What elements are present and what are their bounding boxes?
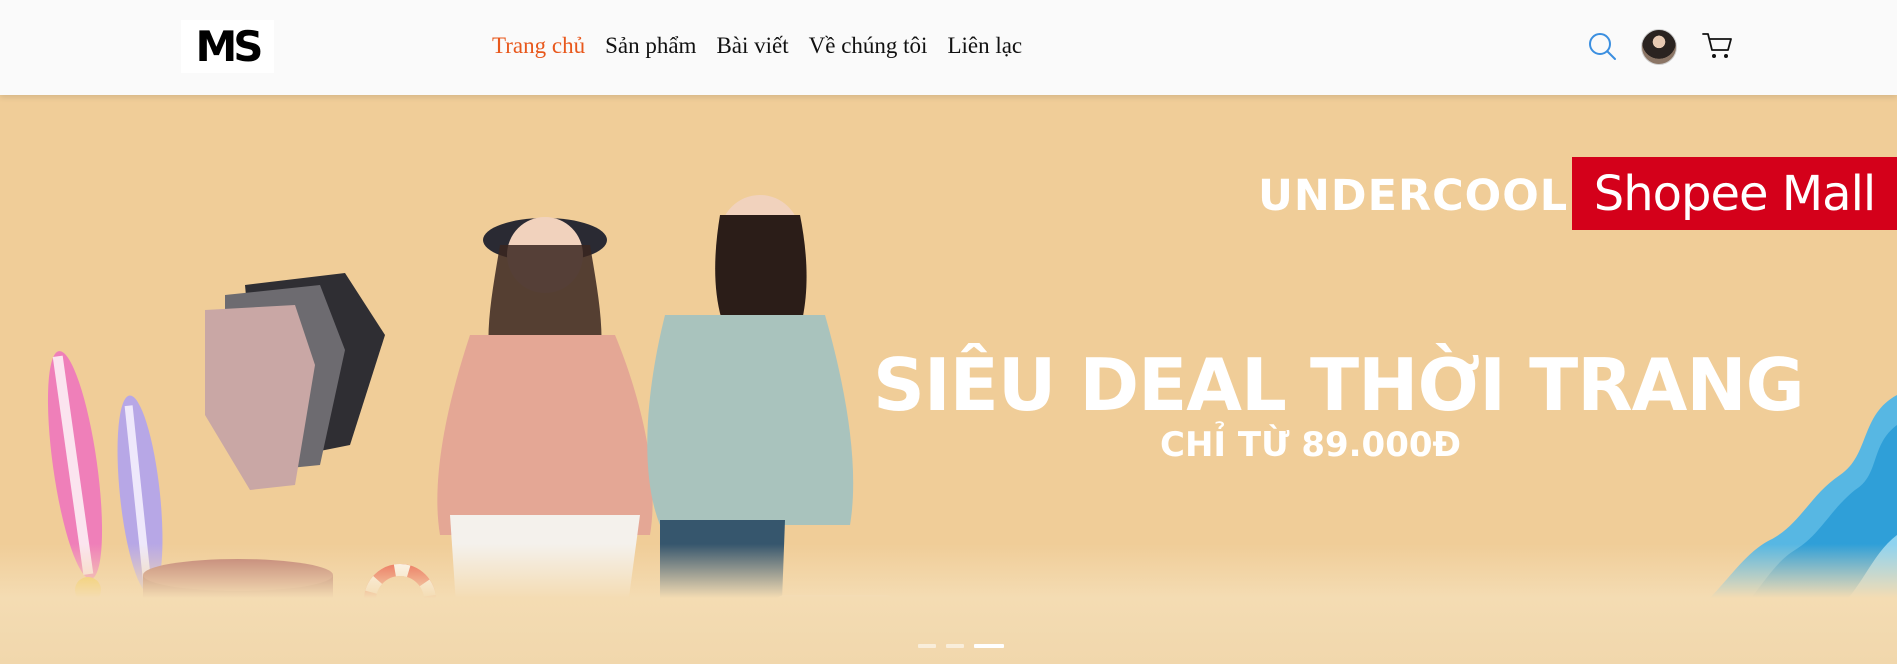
logo[interactable]: MS [181, 20, 274, 73]
nav-products[interactable]: Sản phẩm [605, 32, 696, 60]
banner-subline: CHỈ TỪ 89.000Đ [1160, 425, 1462, 465]
carousel-dot[interactable] [946, 644, 964, 648]
cart-button[interactable] [1700, 29, 1734, 63]
nav-contact[interactable]: Liên lạc [947, 32, 1022, 60]
nav-home[interactable]: Trang chủ [492, 32, 585, 60]
cart-icon [1702, 33, 1732, 58]
hero-banner[interactable]: UNDERCOOL Shopee Mall SIÊU DEAL THỜI TRA… [0, 95, 1897, 664]
logo-text: MS [195, 21, 263, 71]
search-button[interactable] [1585, 29, 1619, 63]
site-header: MS Trang chủ Sản phẩm Bài viết Về chúng … [0, 0, 1897, 95]
banner-headline: SIÊU DEAL THỜI TRANG [873, 343, 1805, 427]
shopee-mall-badge: Shopee Mall [1572, 157, 1897, 230]
search-icon [1589, 33, 1616, 60]
avatar[interactable] [1641, 29, 1677, 65]
carousel-dots [918, 644, 1004, 648]
carousel-dot-active[interactable] [974, 644, 1004, 648]
brand-name: UNDERCOOL [1258, 171, 1569, 221]
nav-about[interactable]: Về chúng tôi [809, 32, 928, 60]
nav-posts[interactable]: Bài viết [716, 32, 788, 60]
carousel-dot[interactable] [918, 644, 936, 648]
main-nav: Trang chủ Sản phẩm Bài viết Về chúng tôi… [492, 32, 1022, 60]
